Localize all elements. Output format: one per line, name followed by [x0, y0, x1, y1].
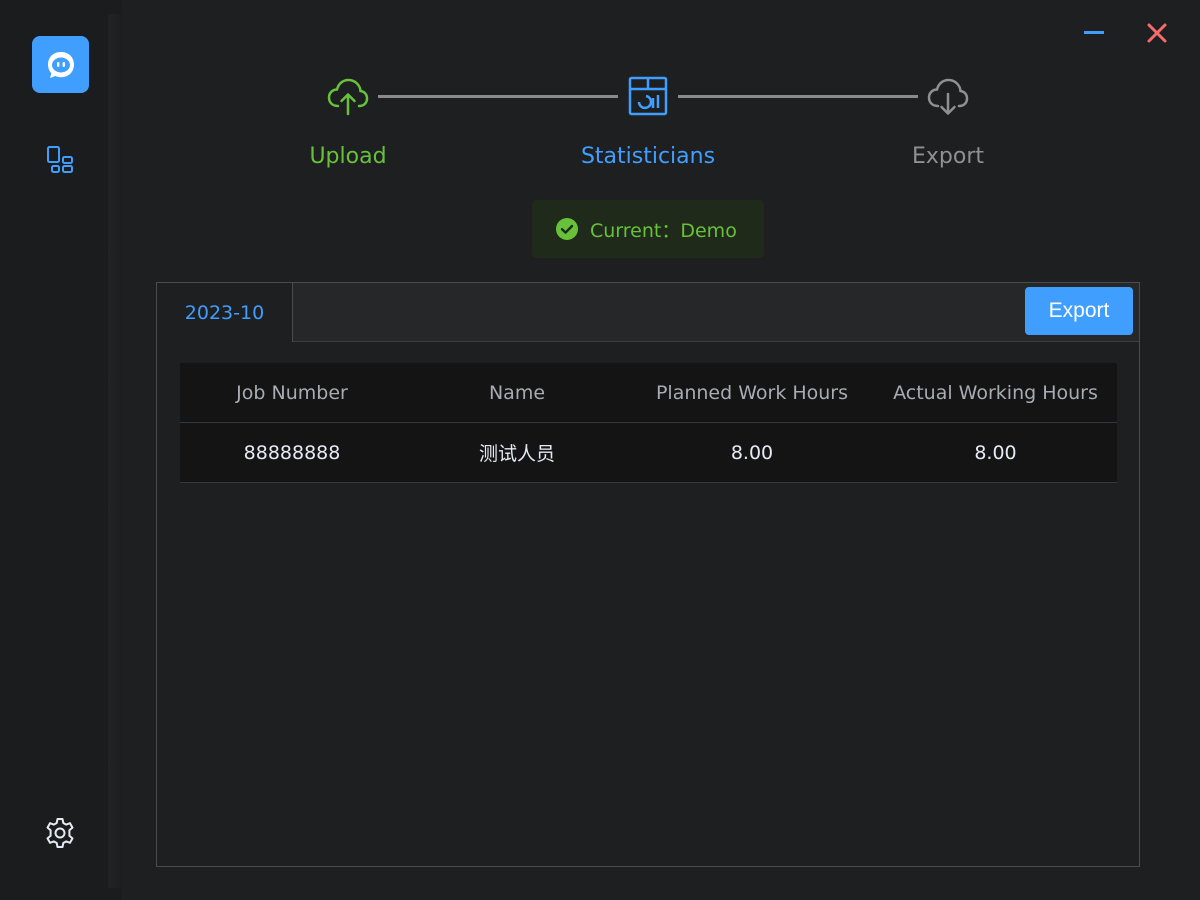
step-connector-1: [378, 95, 618, 98]
column-header-actual-hours: Actual Working Hours: [874, 363, 1117, 423]
current-status-alert: Current：Demo: [532, 200, 764, 258]
step-connector-2: [678, 95, 918, 98]
cell-name: 测试人员: [404, 422, 630, 483]
chat-bubble-robot-icon: [47, 51, 74, 78]
gear-icon[interactable]: [43, 816, 77, 850]
table-header-row: Job Number Name Planned Work Hours Actua…: [180, 363, 1117, 423]
cloud-upload-icon: [327, 78, 369, 116]
cell-job-number: 88888888: [180, 422, 404, 483]
chart-table-icon: [628, 76, 668, 116]
cloud-download-icon: [927, 78, 969, 115]
step-export-label: Export: [911, 144, 984, 169]
table-row[interactable]: 88888888 测试人员 8.00 8.00: [180, 422, 1117, 483]
column-header-job-number: Job Number: [180, 363, 404, 423]
current-status-text: Current：Demo: [590, 219, 737, 242]
hours-table: Job Number Name Planned Work Hours Actua…: [180, 363, 1117, 483]
column-header-name: Name: [404, 363, 630, 423]
cell-actual-hours: 8.00: [874, 422, 1117, 483]
tab-bar: 2023-10 Export: [157, 283, 1139, 342]
layout-grid-icon[interactable]: [45, 144, 75, 174]
check-circle-icon: [556, 218, 578, 240]
data-panel: 2023-10 Export Job Number Name Planned W…: [156, 282, 1140, 867]
sidebar-divider: [108, 14, 122, 888]
app-logo[interactable]: [32, 36, 89, 93]
close-icon[interactable]: [1144, 20, 1170, 46]
tab-2023-10[interactable]: 2023-10: [157, 283, 293, 342]
minimize-icon[interactable]: [1082, 22, 1106, 42]
step-statisticians-label: Statisticians: [580, 144, 716, 169]
cell-planned-hours: 8.00: [630, 422, 874, 483]
column-header-planned-hours: Planned Work Hours: [630, 363, 874, 423]
sidebar: [0, 0, 108, 900]
step-upload-label: Upload: [309, 144, 387, 169]
export-button[interactable]: Export: [1025, 287, 1133, 335]
